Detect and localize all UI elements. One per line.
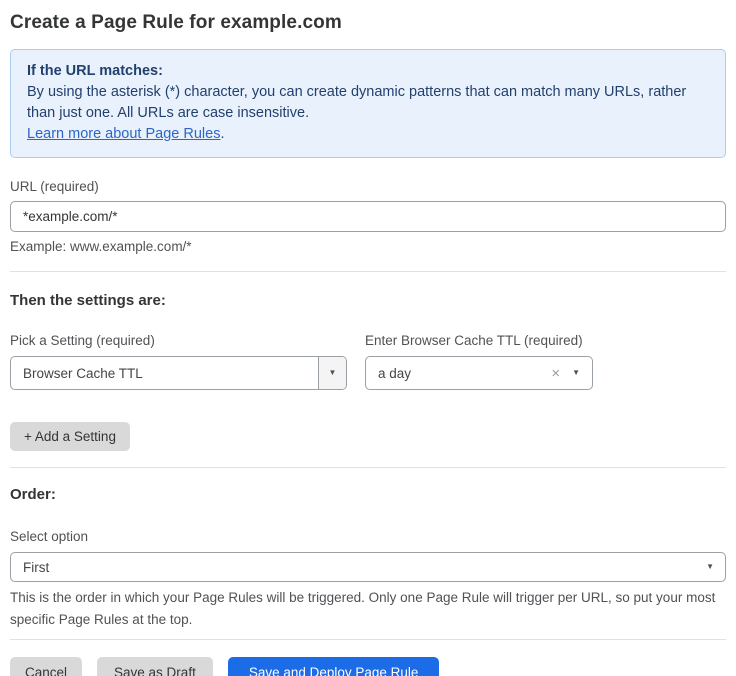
page-title: Create a Page Rule for example.com: [10, 8, 726, 34]
order-value: First: [11, 560, 706, 575]
save-as-draft-button[interactable]: Save as Draft: [97, 657, 213, 676]
chevron-down-icon: ▼: [572, 369, 580, 377]
info-box-body: By using the asterisk (*) character, you…: [27, 82, 709, 124]
divider: [10, 467, 726, 468]
ttl-column: Enter Browser Cache TTL (required) a day…: [365, 333, 665, 390]
settings-row: Pick a Setting (required) Browser Cache …: [10, 333, 726, 390]
footer-actions: Cancel Save as Draft Save and Deploy Pag…: [10, 657, 726, 676]
url-match-info-box: If the URL matches: By using the asteris…: [10, 49, 726, 158]
pick-setting-label: Pick a Setting (required): [10, 333, 365, 348]
pick-setting-value: Browser Cache TTL: [11, 366, 318, 381]
divider: [10, 271, 726, 272]
order-select[interactable]: First ▼: [10, 552, 726, 582]
add-setting-button[interactable]: + Add a Setting: [10, 422, 130, 451]
page-rule-form: Create a Page Rule for example.com If th…: [0, 0, 736, 676]
divider: [10, 639, 726, 640]
pick-setting-select[interactable]: Browser Cache TTL ▼: [10, 356, 347, 390]
learn-more-link[interactable]: Learn more about Page Rules: [27, 126, 220, 142]
url-field-label: URL (required): [10, 179, 726, 194]
info-box-heading: If the URL matches:: [27, 61, 709, 82]
clear-icon[interactable]: ×: [551, 365, 560, 382]
save-and-deploy-button[interactable]: Save and Deploy Page Rule: [228, 657, 440, 676]
pick-setting-column: Pick a Setting (required) Browser Cache …: [10, 333, 365, 390]
info-box-link-line: Learn more about Page Rules.: [27, 124, 709, 145]
url-example-text: Example: www.example.com/*: [10, 239, 726, 254]
ttl-select[interactable]: a day × ▼: [365, 356, 593, 390]
settings-section-heading: Then the settings are:: [10, 292, 726, 309]
chevron-down-icon: ▼: [329, 369, 337, 377]
order-section-heading: Order:: [10, 486, 726, 503]
chevron-down-icon: ▼: [706, 563, 714, 571]
cancel-button[interactable]: Cancel: [10, 657, 82, 676]
link-suffix: .: [220, 126, 224, 142]
url-input[interactable]: [10, 201, 726, 232]
dropdown-caret-segment[interactable]: ▼: [318, 357, 346, 389]
order-help-text: This is the order in which your Page Rul…: [10, 587, 726, 631]
ttl-value: a day: [366, 366, 551, 381]
order-select-label: Select option: [10, 529, 726, 544]
ttl-label: Enter Browser Cache TTL (required): [365, 333, 665, 348]
